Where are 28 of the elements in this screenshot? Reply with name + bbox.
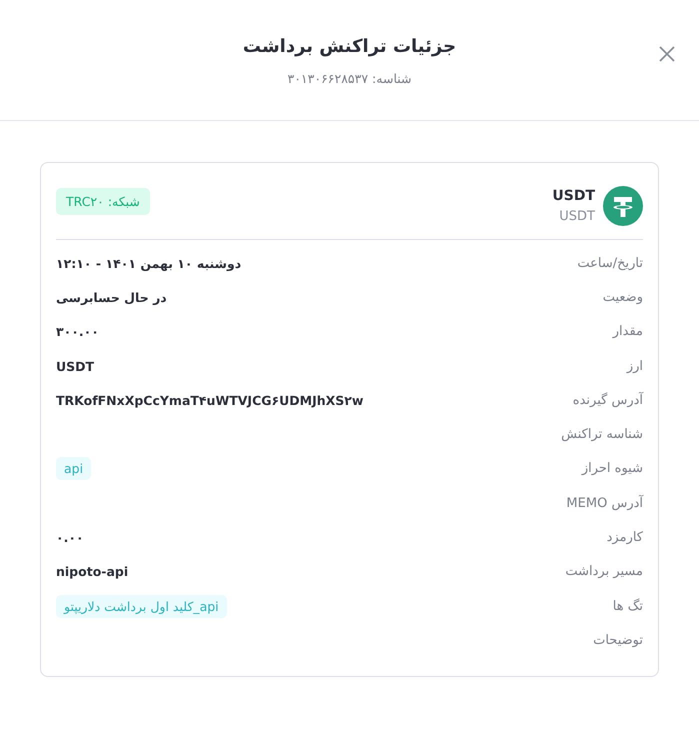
asset-symbol: USDT — [559, 209, 595, 224]
field-label: مقدار — [612, 324, 643, 340]
tether-logo-icon — [603, 186, 643, 226]
field-label: شیوه احراز — [582, 461, 643, 476]
field-value: ۳۰۰.۰۰ — [56, 324, 99, 340]
field-value: در حال حسابرسی — [56, 290, 167, 305]
transaction-id: شناسه: ۳۰۱۳۰۶۶۲۸۵۳۷ — [288, 71, 412, 86]
field-label: توضیحات — [593, 632, 643, 648]
field-value: TRKofFNxXpCcYmaT۴uWTVJCG۶UDMJhXS۲w — [56, 392, 364, 408]
field-value: دوشنبه ۱۰ بهمن ۱۴۰۱ - ۱۲:۱۰ — [56, 256, 242, 271]
network-tag: شبکه: TRC۲۰ — [56, 188, 150, 214]
field-label: آدرس MEMO — [566, 496, 643, 511]
field-label: وضعیت — [602, 290, 643, 305]
field-label: کارمزد — [606, 530, 643, 546]
dialog-title: جزئیات تراکنش برداشت — [242, 36, 456, 57]
asset-name: USDT — [552, 188, 595, 204]
tag: api — [56, 457, 92, 480]
field-value: ۰.۰۰ — [56, 530, 84, 546]
field-label: مسیر برداشت — [565, 564, 643, 580]
field-label: ارز — [626, 358, 643, 374]
close-icon[interactable] — [657, 44, 677, 64]
field-label: تاریخ/ساعت — [577, 256, 643, 271]
field-label: شناسه تراکنش — [561, 427, 643, 442]
tag: api_کلید اول برداشت دلاریپتو — [56, 594, 227, 618]
field-label: تگ ها — [612, 598, 643, 614]
field-value: nipoto-api — [56, 564, 128, 580]
field-value: USDT — [56, 358, 94, 374]
field-label: آدرس گیرنده — [572, 392, 643, 408]
